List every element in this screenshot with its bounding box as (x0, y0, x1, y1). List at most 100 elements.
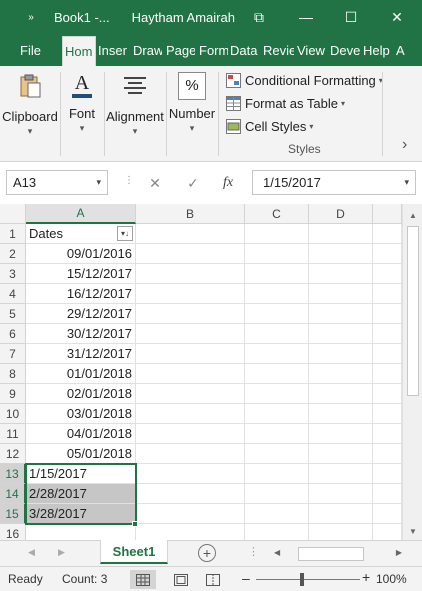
enter-icon[interactable]: ✓ (180, 172, 206, 194)
cell-e9[interactable] (373, 384, 402, 404)
cell-e3[interactable] (373, 264, 402, 284)
cell-c6[interactable] (245, 324, 309, 344)
cell-d8[interactable] (309, 364, 373, 384)
cell-b8[interactable] (136, 364, 245, 384)
cell-a2[interactable]: 09/01/2016 (26, 244, 136, 264)
cell-e1[interactable] (373, 224, 402, 244)
cell-e15[interactable] (373, 504, 402, 524)
font-group[interactable]: A Font ▾ (62, 66, 102, 162)
normal-view-button[interactable] (130, 570, 156, 589)
cell-d5[interactable] (309, 304, 373, 324)
cell-b15[interactable] (136, 504, 245, 524)
cell-b5[interactable] (136, 304, 245, 324)
tab-file[interactable]: File (0, 34, 62, 66)
ribbon-display-icon[interactable]: ⧉ (238, 0, 280, 34)
tab-formulas[interactable]: Form (195, 34, 228, 66)
row-header[interactable]: 4 (0, 284, 26, 304)
row-header[interactable]: 15 (0, 504, 26, 524)
column-header-b[interactable]: B (136, 204, 245, 224)
cell-d1[interactable] (309, 224, 373, 244)
cell-c2[interactable] (245, 244, 309, 264)
zoom-in-button[interactable]: + (362, 569, 370, 585)
select-all-corner[interactable] (0, 204, 26, 224)
cell-b4[interactable] (136, 284, 245, 304)
cell-b12[interactable] (136, 444, 245, 464)
scroll-up-icon[interactable]: ▲ (403, 206, 422, 224)
cell-a8[interactable]: 01/01/2018 (26, 364, 136, 384)
cell-d3[interactable] (309, 264, 373, 284)
cell-c5[interactable] (245, 304, 309, 324)
cell-e6[interactable] (373, 324, 402, 344)
row-header[interactable]: 14 (0, 484, 26, 504)
page-layout-view-button[interactable] (168, 570, 194, 589)
cell-b2[interactable] (136, 244, 245, 264)
column-header-a[interactable]: A (26, 204, 136, 224)
cell-b13[interactable] (136, 464, 245, 484)
cell-c1[interactable] (245, 224, 309, 244)
scroll-right-icon[interactable]: ▶ (396, 548, 402, 557)
cell-d12[interactable] (309, 444, 373, 464)
tab-developer[interactable]: Deve (327, 34, 360, 66)
cell-d4[interactable] (309, 284, 373, 304)
cell-a3[interactable]: 15/12/2017 (26, 264, 136, 284)
tab-draw[interactable]: Draw (129, 34, 162, 66)
cell-a14[interactable]: 2/28/2017 (26, 484, 136, 504)
zoom-slider-track[interactable] (256, 579, 360, 580)
cell-a5[interactable]: 29/12/2017 (26, 304, 136, 324)
chevron-down-icon[interactable]: ▾ (404, 177, 409, 188)
cell-e16[interactable] (373, 524, 402, 540)
row-header[interactable]: 6 (0, 324, 26, 344)
cell-a6[interactable]: 30/12/2017 (26, 324, 136, 344)
cell-c14[interactable] (245, 484, 309, 504)
clipboard-group[interactable]: Clipboard ▾ (2, 66, 58, 162)
row-header[interactable]: 5 (0, 304, 26, 324)
cell-e8[interactable] (373, 364, 402, 384)
zoom-slider-thumb[interactable] (300, 573, 304, 586)
cell-d10[interactable] (309, 404, 373, 424)
cell-c13[interactable] (245, 464, 309, 484)
cell-d13[interactable] (309, 464, 373, 484)
cell-a7[interactable]: 31/12/2017 (26, 344, 136, 364)
number-group[interactable]: % Number ▾ (168, 66, 216, 162)
cell-e14[interactable] (373, 484, 402, 504)
zoom-out-button[interactable]: – (242, 570, 250, 586)
chevron-right-icon[interactable]: › (402, 136, 407, 154)
tab-review[interactable]: Revie (261, 34, 294, 66)
tab-view[interactable]: View (294, 34, 327, 66)
formula-input[interactable]: 1/15/2017 ▾ (252, 170, 416, 195)
cell-c8[interactable] (245, 364, 309, 384)
filter-dropdown-icon[interactable]: ▾↓ (117, 226, 133, 241)
column-header-c[interactable]: C (245, 204, 309, 224)
cell-c11[interactable] (245, 424, 309, 444)
cell-c4[interactable] (245, 284, 309, 304)
cell-a1[interactable]: Dates ▾↓ (26, 224, 136, 244)
cell-c10[interactable] (245, 404, 309, 424)
cell-e13[interactable] (373, 464, 402, 484)
vertical-scrollbar[interactable]: ▲ ▼ (402, 204, 422, 540)
cell-d6[interactable] (309, 324, 373, 344)
column-header-e[interactable] (373, 204, 402, 224)
sheet-tab-sheet1[interactable]: Sheet1 (100, 540, 168, 564)
cell-b6[interactable] (136, 324, 245, 344)
cell-a9[interactable]: 02/01/2018 (26, 384, 136, 404)
tab-split-handle-icon[interactable]: ⋮ (248, 545, 259, 558)
cell-b16[interactable] (136, 524, 245, 540)
cell-c15[interactable] (245, 504, 309, 524)
cell-d9[interactable] (309, 384, 373, 404)
sheet-next-icon[interactable]: ▶ (58, 547, 65, 558)
maximize-button[interactable]: ☐ (330, 0, 372, 34)
row-header[interactable]: 7 (0, 344, 26, 364)
horizontal-scrollbar[interactable]: ◀ ▶ (270, 546, 402, 562)
alignment-group[interactable]: Alignment ▾ (106, 66, 164, 162)
cell-e10[interactable] (373, 404, 402, 424)
cell-d11[interactable] (309, 424, 373, 444)
page-break-view-button[interactable] (200, 570, 226, 589)
fill-handle[interactable] (132, 521, 138, 527)
cell-c16[interactable] (245, 524, 309, 540)
cell-b9[interactable] (136, 384, 245, 404)
name-box[interactable]: A13 ▾ (6, 170, 108, 195)
cell-d7[interactable] (309, 344, 373, 364)
row-header[interactable]: 3 (0, 264, 26, 284)
tab-data[interactable]: Data (228, 34, 261, 66)
cell-e4[interactable] (373, 284, 402, 304)
